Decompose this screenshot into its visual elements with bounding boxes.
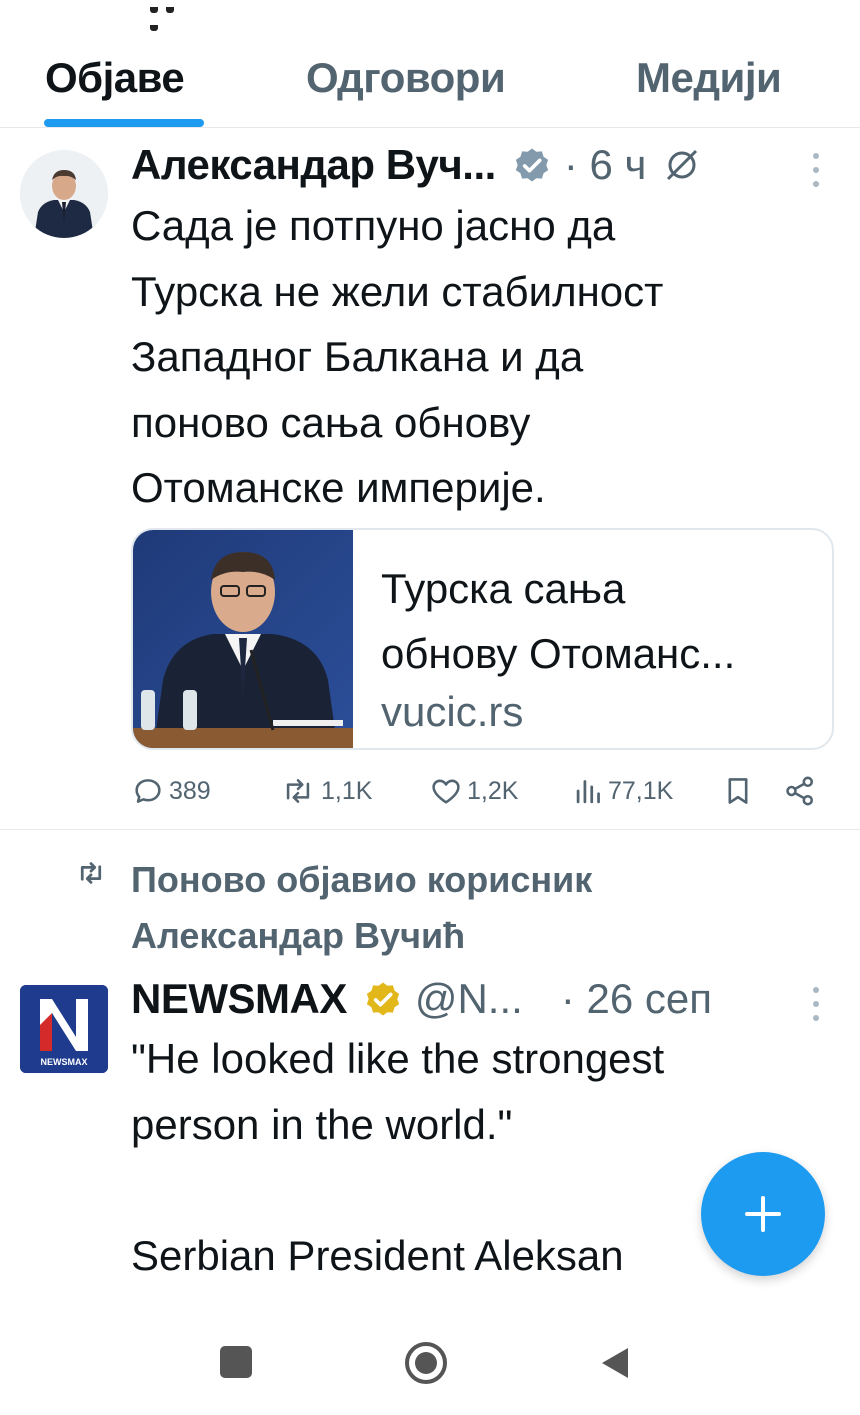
status-bar-remnant [150, 0, 196, 31]
verified-badge-icon [510, 143, 554, 187]
retweet-icon [286, 779, 310, 803]
avatar[interactable] [20, 150, 108, 238]
tweet-text-line: "He looked like the strongest [131, 1035, 665, 1082]
tweet-text-line: person in the world." [131, 1100, 513, 1148]
link-card-image [133, 530, 353, 748]
more-options-icon[interactable] [811, 987, 821, 1021]
tweet-text: Сада је потпуно јасно да Турска не жели … [131, 193, 811, 521]
avatar-label: NEWSMAX [41, 1057, 88, 1067]
author-name[interactable]: NEWSMAX [131, 975, 347, 1023]
link-card-title: Турска сања обнову Отоманс... [381, 556, 821, 686]
views-button[interactable]: 77,1K [574, 768, 673, 814]
like-button[interactable]: 1,2K [429, 768, 518, 814]
tab-media[interactable]: Медији [636, 54, 782, 102]
home-icon[interactable] [404, 1341, 448, 1385]
retweeted-by-label[interactable]: Поново објавио корисник Александар Вучић [131, 852, 592, 964]
retweeted-by-line: Александар Вучић [131, 915, 466, 956]
heart-icon [432, 779, 460, 804]
tweet-text-line: поново сања обнову [131, 398, 531, 446]
link-card-title-line: обнову Отоманс... [381, 630, 736, 677]
tweet-time: · 26 сеп [560, 975, 712, 1022]
back-icon[interactable] [598, 1344, 632, 1382]
tweet-actions: 389 1,1K 1,2K 77,1K [131, 768, 831, 814]
tweet-text-line: Турска не жели стабилност [131, 267, 664, 315]
retweet-count: 1,1K [321, 776, 373, 805]
tweet-divider [0, 829, 860, 830]
link-card-title-line: Турска сања [381, 565, 626, 612]
plus-icon [745, 1196, 781, 1232]
reply-icon [135, 779, 161, 803]
tweet-text-line: Отоманске империје. [131, 464, 546, 511]
share-icon [786, 776, 814, 806]
verified-badge-icon [361, 977, 405, 1021]
bookmark-button[interactable] [723, 768, 757, 814]
views-icon [576, 780, 600, 804]
share-button[interactable] [783, 768, 821, 814]
link-card[interactable]: Турска сања обнову Отоманс... vucic.rs [131, 528, 834, 750]
bookmark-icon [728, 778, 748, 804]
like-count: 1,2K [467, 776, 519, 805]
tweet-text-line: Западног Балкана и да [131, 333, 584, 380]
views-count: 77,1K [608, 776, 674, 805]
tweet-header: Александар Вуч... · 6 ч [131, 140, 702, 190]
tab-posts[interactable]: Објаве [45, 54, 185, 102]
reply-count: 389 [169, 776, 211, 805]
author-handle[interactable]: @N... [415, 975, 523, 1023]
audience-globe-icon [667, 149, 698, 181]
newsmax-avatar[interactable]: NEWSMAX [20, 985, 108, 1073]
link-card-domain: vucic.rs [381, 688, 524, 735]
more-options-icon[interactable] [811, 153, 821, 187]
tweet-time: · 6 ч [563, 141, 647, 188]
retweeted-by-line: Поново објавио корисник [131, 859, 593, 900]
compose-button[interactable] [701, 1152, 825, 1276]
retweet-button[interactable]: 1,1K [279, 768, 372, 814]
tweet-header: NEWSMAX @N... · 26 сеп [131, 974, 712, 1024]
retweet-icon [80, 862, 102, 884]
profile-tabs: Објаве Одговори Медији [0, 40, 860, 128]
recent-apps-icon[interactable] [220, 1346, 252, 1378]
active-tab-indicator [44, 119, 204, 127]
author-name[interactable]: Александар Вуч... [131, 141, 496, 189]
reply-button[interactable]: 389 [131, 768, 211, 814]
tweet-text-line: Сада је потпуно јасно да [131, 202, 616, 249]
tab-replies[interactable]: Одговори [306, 54, 506, 102]
system-nav-bar [0, 1320, 860, 1415]
